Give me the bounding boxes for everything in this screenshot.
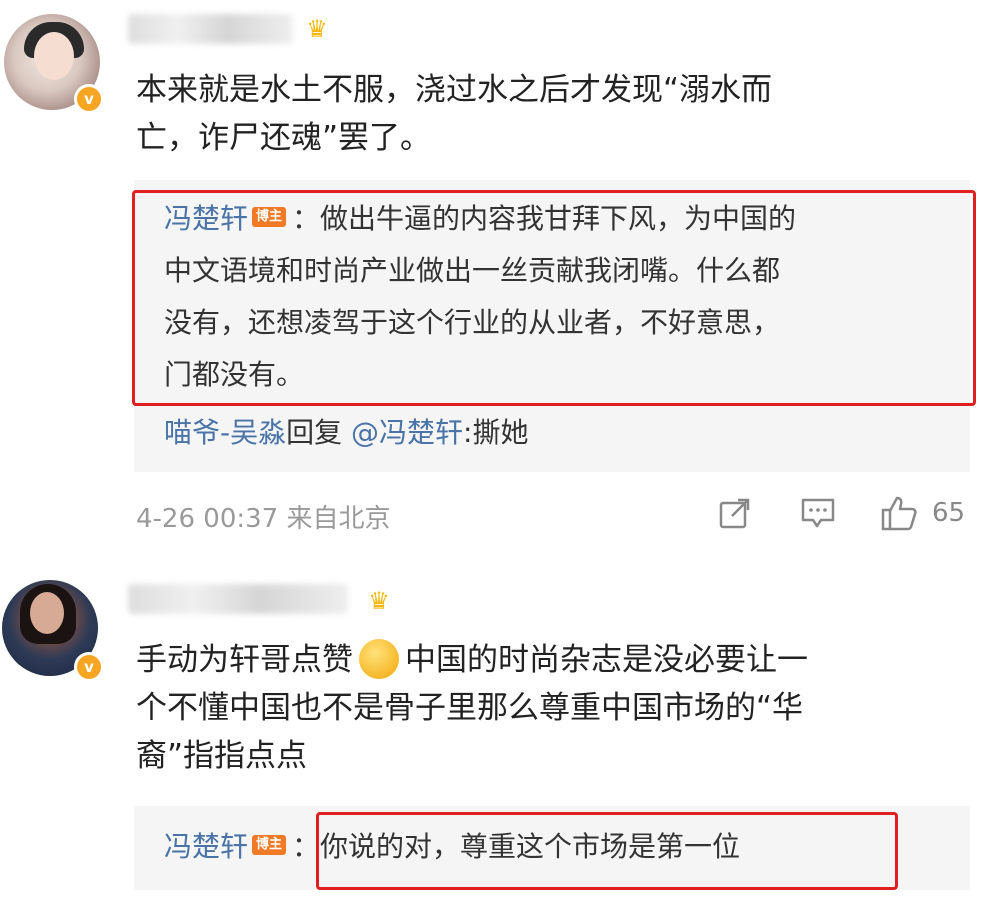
thumbs-up-icon[interactable] <box>880 494 918 532</box>
comment-text: 手动为轩哥点赞 中国的时尚杂志是没必要让一 个不懂中国也不是骨子里那么尊重中国市场… <box>136 636 956 780</box>
verified-badge-icon: v <box>74 84 104 114</box>
blurred-username[interactable] <box>128 584 348 614</box>
tongue-wink-emoji-icon <box>359 638 399 679</box>
highlight-box <box>132 190 976 406</box>
blurred-username[interactable] <box>128 14 293 44</box>
crown-icon: ♛ <box>368 587 390 615</box>
mention-link[interactable]: @冯楚轩 <box>351 416 463 449</box>
crown-icon: ♛ <box>306 15 328 43</box>
like-count: 65 <box>932 498 966 528</box>
reply-author-link[interactable]: 冯楚轩 <box>164 830 248 863</box>
sub-reply-line: 喵爷-吴淼回复 @冯楚轩:撕她 <box>164 416 529 449</box>
share-icon[interactable] <box>718 496 752 530</box>
comment-text: 本来就是水土不服，浇过水之后才发现“溺水而 亡，诈尸还魂”罢了。 <box>136 72 773 156</box>
highlight-box <box>316 812 898 890</box>
comment-icon[interactable] <box>800 496 836 530</box>
timestamp: 4-26 00:37 来自北京 <box>136 504 391 534</box>
host-badge: 博主 <box>252 835 287 855</box>
sub-reply-author-link[interactable]: 喵爷-吴淼 <box>164 416 286 449</box>
verified-badge-icon: v <box>74 652 104 682</box>
